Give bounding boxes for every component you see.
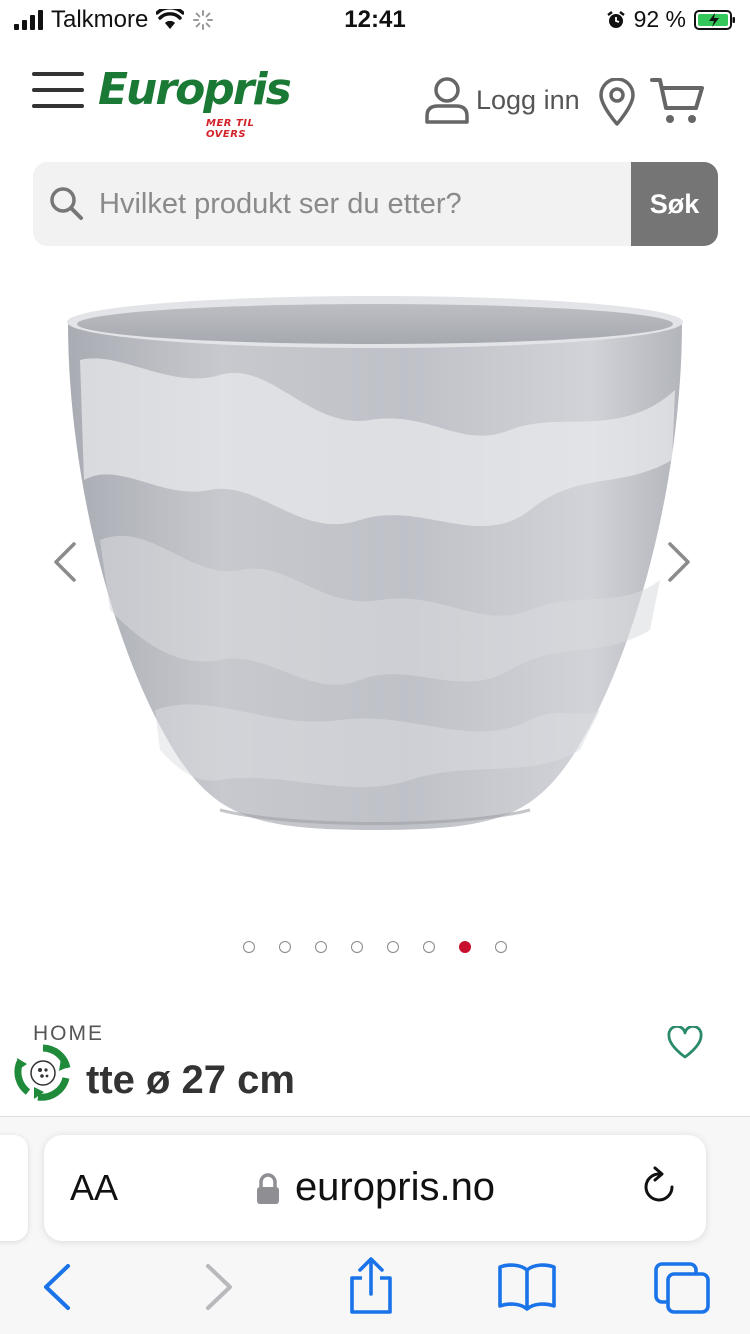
battery-percent: 92 % <box>633 6 686 32</box>
tabs-icon[interactable] <box>652 1260 712 1316</box>
signal-icon <box>14 10 43 30</box>
status-bar: 12:41 Talkmore 92 % <box>0 0 750 42</box>
url-display[interactable]: europris.no <box>44 1165 706 1210</box>
gallery-dot[interactable] <box>315 941 327 953</box>
search-input[interactable] <box>99 162 659 246</box>
loading-icon <box>193 10 214 30</box>
heart-icon[interactable] <box>666 1026 704 1060</box>
menu-icon[interactable] <box>32 70 84 110</box>
product-title: tte ø 27 cm <box>86 1058 295 1102</box>
gallery-dot[interactable] <box>243 941 255 953</box>
product-category[interactable]: HOME <box>33 1022 104 1046</box>
wifi-icon <box>156 9 185 29</box>
lock-icon <box>256 1173 279 1205</box>
gallery-dot[interactable] <box>495 941 507 953</box>
previous-tab-preview[interactable] <box>0 1135 28 1241</box>
gallery-dot-active[interactable] <box>459 941 471 953</box>
gallery-dot[interactable] <box>279 941 291 953</box>
address-bar[interactable]: AA europris.no <box>44 1135 706 1241</box>
cart-icon[interactable] <box>650 76 706 126</box>
alarm-icon <box>606 10 625 28</box>
search-bar: Søk <box>33 162 718 246</box>
login-label: Logg inn <box>476 84 580 115</box>
url-text: europris.no <box>294 1165 496 1209</box>
search-icon <box>50 187 83 220</box>
status-right: 92 % <box>606 6 736 33</box>
recycle-icon <box>14 1044 71 1101</box>
battery-icon <box>694 9 735 30</box>
reload-icon[interactable] <box>640 1165 680 1209</box>
gallery-pagination <box>0 941 750 953</box>
login-button[interactable]: Logg inn <box>424 76 580 124</box>
forward-icon[interactable] <box>202 1262 236 1312</box>
gallery-dot[interactable] <box>387 941 399 953</box>
logo-text: Europris <box>98 64 292 115</box>
user-icon <box>425 77 469 124</box>
location-pin-icon[interactable] <box>598 78 636 126</box>
chevron-left-icon[interactable] <box>50 540 80 584</box>
gallery-dot[interactable] <box>351 941 363 953</box>
bookmarks-icon[interactable] <box>496 1262 558 1312</box>
site-header: Europris MER TIL OVERS Logg inn <box>0 60 750 140</box>
back-icon[interactable] <box>40 1262 74 1312</box>
search-button[interactable]: Søk <box>631 162 718 246</box>
logo-tagline: MER TIL OVERS <box>206 118 255 140</box>
product-image-flowerpot[interactable] <box>60 280 690 850</box>
chevron-right-icon[interactable] <box>664 540 694 584</box>
gallery-dot[interactable] <box>423 941 435 953</box>
europris-logo[interactable]: Europris MER TIL OVERS <box>98 64 298 141</box>
status-left: Talkmore <box>14 6 214 34</box>
share-icon[interactable] <box>346 1256 396 1316</box>
carrier-name: Talkmore <box>51 6 149 33</box>
